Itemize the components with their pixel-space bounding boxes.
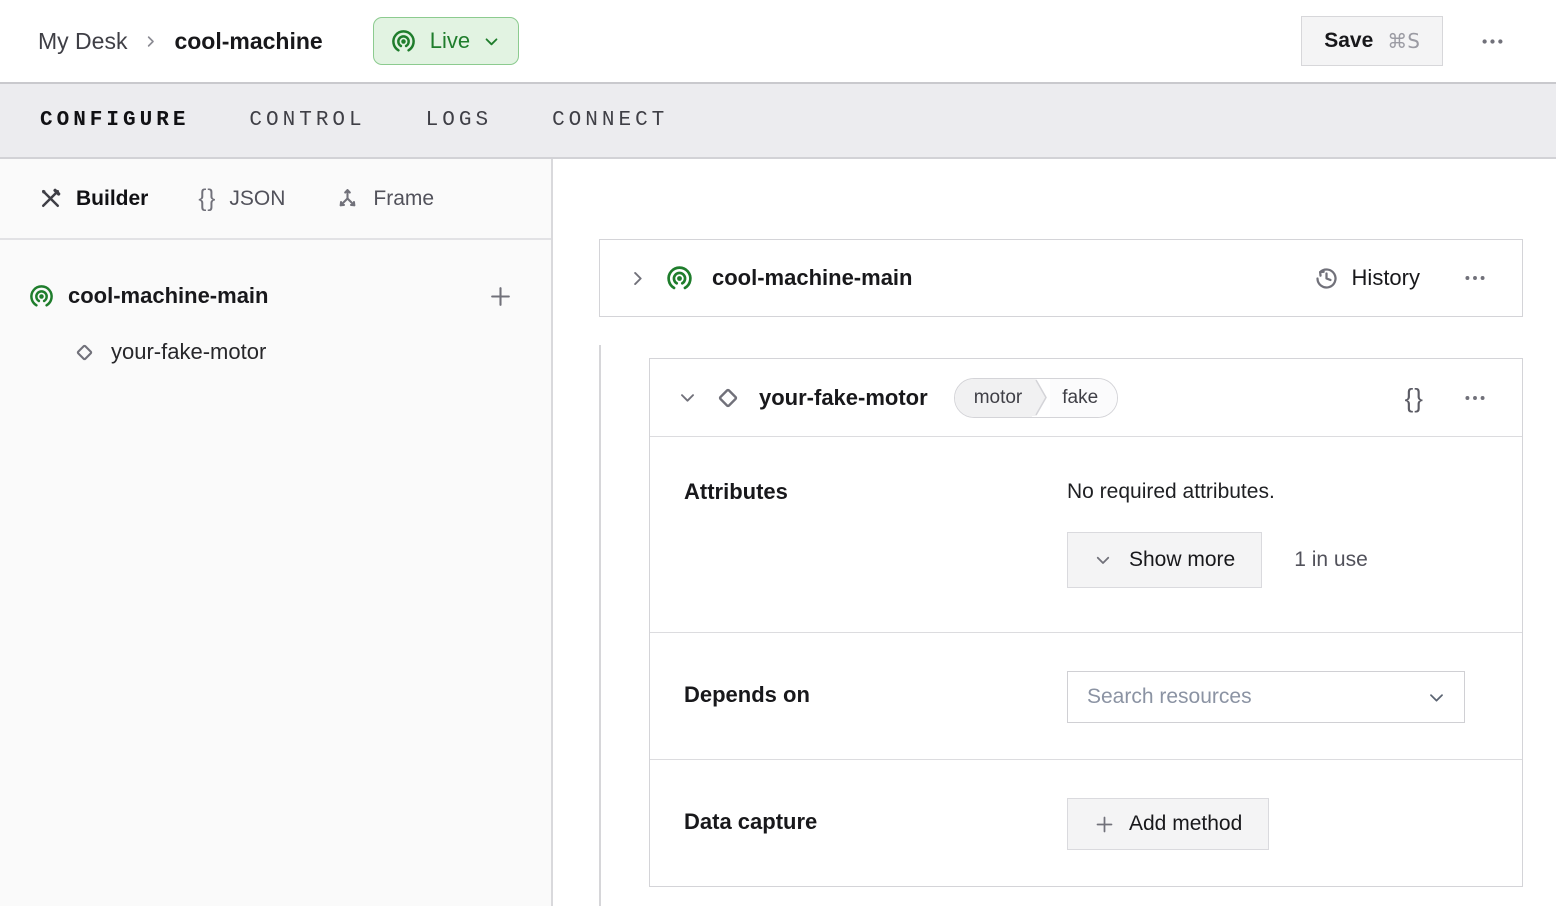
view-json[interactable]: {} JSON bbox=[198, 184, 286, 212]
tab-logs[interactable]: LOGS bbox=[426, 109, 492, 132]
part-card-menu-icon[interactable] bbox=[1456, 259, 1494, 297]
tab-connect[interactable]: CONNECT bbox=[552, 109, 668, 132]
depends-on-label: Depends on bbox=[684, 682, 810, 707]
header-actions: Save ⌘S bbox=[1301, 16, 1512, 66]
add-method-button[interactable]: Add method bbox=[1067, 798, 1270, 850]
save-button[interactable]: Save ⌘S bbox=[1301, 16, 1443, 66]
breadcrumb-parent-link[interactable]: My Desk bbox=[38, 28, 127, 55]
config-sidebar: Builder {} JSON Frame cool-machine-main … bbox=[0, 159, 553, 906]
chevron-right-icon bbox=[143, 34, 158, 49]
status-label: Live bbox=[429, 28, 471, 53]
view-frame[interactable]: Frame bbox=[335, 186, 434, 211]
attributes-label: Attributes bbox=[684, 479, 788, 504]
breadcrumb: My Desk cool-machine bbox=[38, 28, 323, 55]
add-method-label: Add method bbox=[1129, 812, 1243, 835]
hammer-wrench-icon bbox=[38, 186, 63, 211]
config-canvas: cool-machine-main History your-fake-moto… bbox=[553, 159, 1556, 906]
chevron-down-icon bbox=[1094, 551, 1112, 569]
tree-item-part-label: cool-machine-main bbox=[68, 283, 269, 308]
view-builder-label: Builder bbox=[76, 186, 149, 210]
header-overflow-menu-icon[interactable] bbox=[1473, 22, 1512, 61]
view-json-label: JSON bbox=[229, 186, 286, 210]
resource-card-title: your-fake-motor bbox=[759, 384, 928, 410]
view-switcher: Builder {} JSON Frame bbox=[0, 159, 551, 240]
broadcast-icon bbox=[390, 28, 417, 55]
tab-control[interactable]: CONTROL bbox=[249, 109, 365, 132]
attributes-empty-text: No required attributes. bbox=[1067, 480, 1275, 503]
resource-tree: cool-machine-main your-fake-motor bbox=[0, 240, 551, 380]
expand-chevron-right-icon[interactable] bbox=[628, 269, 647, 288]
attributes-section: Attributes No required attributes. Show … bbox=[650, 437, 1522, 633]
tree-item-part[interactable]: cool-machine-main bbox=[0, 268, 551, 324]
edit-json-icon[interactable]: {} bbox=[1405, 385, 1424, 411]
history-button[interactable]: History bbox=[1313, 265, 1420, 292]
search-resources-placeholder: Search resources bbox=[1087, 685, 1252, 708]
diamond-icon bbox=[713, 383, 743, 413]
history-clock-icon bbox=[1313, 265, 1340, 292]
breadcrumb-current: cool-machine bbox=[174, 27, 323, 54]
part-card-title: cool-machine-main bbox=[712, 265, 913, 290]
tree-item-motor[interactable]: your-fake-motor bbox=[0, 324, 551, 380]
history-label: History bbox=[1351, 265, 1420, 290]
add-resource-icon[interactable] bbox=[484, 280, 517, 313]
data-capture-label: Data capture bbox=[684, 809, 818, 834]
tree-connector-line bbox=[599, 345, 601, 906]
attributes-in-use-count: 1 in use bbox=[1294, 548, 1368, 571]
badge-type: motor bbox=[954, 378, 1033, 417]
primary-tabbar: CONFIGURE CONTROL LOGS CONNECT bbox=[0, 82, 1556, 159]
tab-configure[interactable]: CONFIGURE bbox=[40, 109, 189, 132]
chevron-down-icon bbox=[1427, 688, 1446, 707]
app-header: My Desk cool-machine Live Save ⌘S bbox=[0, 0, 1556, 82]
part-card: cool-machine-main History bbox=[599, 239, 1523, 317]
data-capture-section: Data capture Add method bbox=[650, 760, 1522, 886]
broadcast-icon bbox=[28, 283, 55, 310]
machine-status-dropdown[interactable]: Live bbox=[372, 17, 520, 65]
view-frame-label: Frame bbox=[373, 186, 435, 210]
plus-icon bbox=[1094, 814, 1115, 835]
broadcast-icon bbox=[665, 264, 694, 293]
resource-card-menu-icon[interactable] bbox=[1456, 379, 1494, 417]
show-more-label: Show more bbox=[1129, 548, 1236, 571]
axes-icon bbox=[335, 186, 360, 211]
resource-card: your-fake-motor motor fake {} Attributes… bbox=[649, 358, 1523, 887]
collapse-chevron-down-icon[interactable] bbox=[678, 388, 697, 407]
badge-model: fake bbox=[1050, 378, 1118, 417]
tree-item-motor-label: your-fake-motor bbox=[111, 339, 267, 364]
depends-on-section: Depends on Search resources bbox=[650, 633, 1522, 760]
diamond-icon bbox=[72, 340, 97, 365]
badge-divider bbox=[1032, 378, 1050, 417]
show-more-button[interactable]: Show more bbox=[1067, 532, 1263, 588]
save-shortcut-hint: ⌘S bbox=[1387, 29, 1420, 53]
view-builder[interactable]: Builder bbox=[38, 186, 148, 211]
depends-on-search-select[interactable]: Search resources bbox=[1067, 671, 1465, 723]
resource-type-badge: motor fake bbox=[953, 377, 1119, 418]
save-label: Save bbox=[1324, 29, 1374, 52]
braces-icon: {} bbox=[198, 184, 217, 212]
resource-card-header: your-fake-motor motor fake {} bbox=[650, 359, 1522, 437]
chevron-down-icon bbox=[483, 33, 500, 50]
